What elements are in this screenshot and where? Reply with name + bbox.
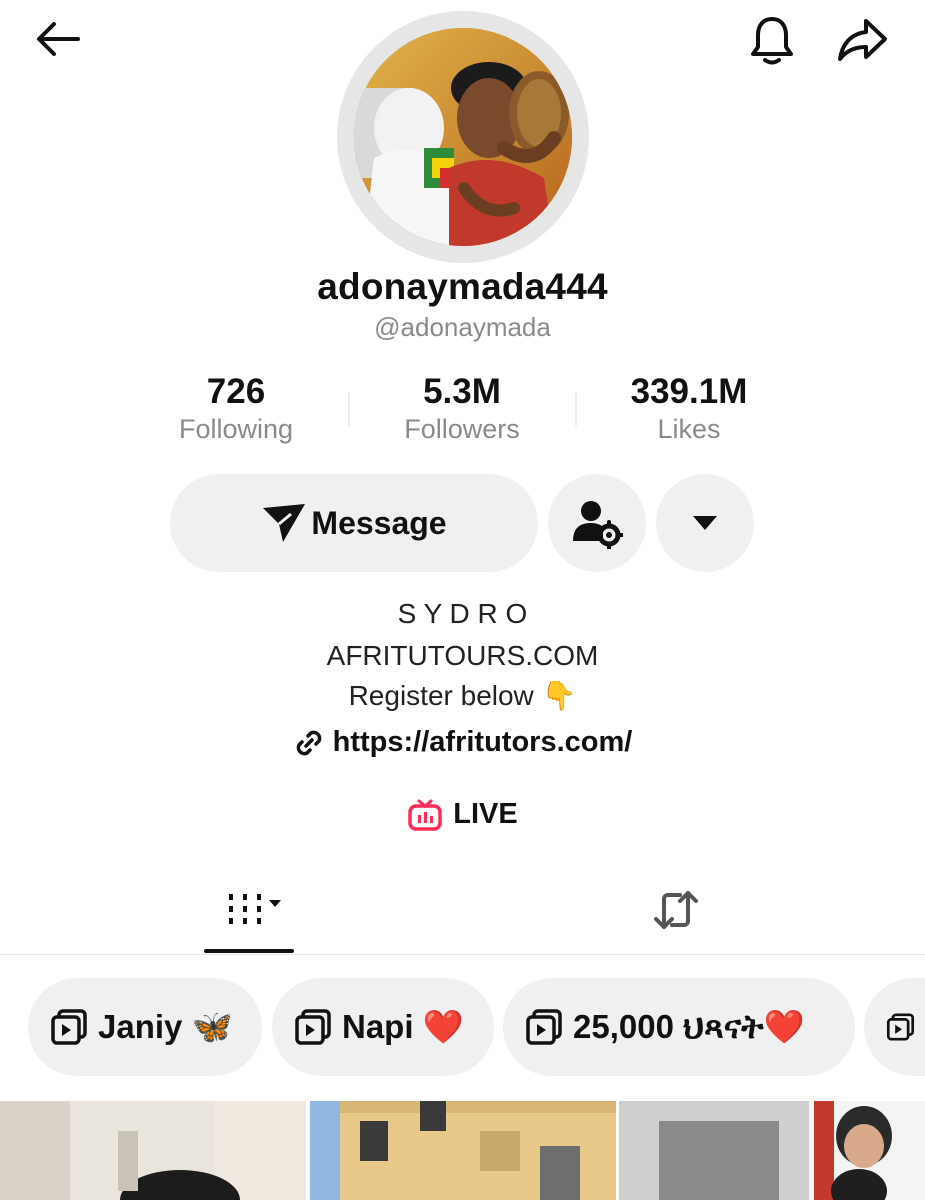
video-thumbnail[interactable]: [310, 1101, 616, 1200]
playlist-chip[interactable]: [864, 978, 925, 1076]
username-handle: @adonaymada: [374, 312, 551, 342]
tab-reposts[interactable]: [644, 882, 708, 938]
user-gear-icon: [573, 501, 623, 549]
bio-line-2: AFRITUTOURS.COM: [326, 640, 599, 671]
live-indicator[interactable]: LIVE: [0, 798, 925, 831]
stat-followers-label: Followers: [404, 414, 520, 444]
playlist-chip[interactable]: Napi ❤️: [272, 978, 494, 1076]
back-button[interactable]: [30, 14, 86, 64]
playlist-chip[interactable]: Janiy 🦋: [28, 978, 262, 1076]
stat-following-label: Following: [178, 414, 294, 444]
share-arrow-icon: [838, 19, 887, 61]
avatar-photo: [354, 28, 572, 246]
stat-following[interactable]: 726 Following: [136, 372, 336, 445]
playlist-icon: [295, 1009, 331, 1045]
stat-divider: [348, 392, 350, 426]
tabs-divider: [0, 954, 925, 955]
stat-likes-value: 339.1M: [630, 372, 748, 411]
active-tab-indicator: [204, 949, 294, 953]
playlist-chip[interactable]: 25,000 ህጻናት❤️: [503, 978, 855, 1076]
video-thumbnail[interactable]: [0, 1101, 306, 1200]
stat-divider: [575, 392, 577, 426]
display-name: adonaymada444: [317, 266, 608, 307]
friend-settings-button[interactable]: [548, 474, 646, 572]
stat-following-value: 726: [206, 372, 266, 411]
caret-down-icon: [693, 516, 717, 530]
message-button[interactable]: Message: [170, 474, 538, 572]
video-thumbnail[interactable]: [619, 1101, 925, 1200]
notifications-button[interactable]: [744, 12, 800, 68]
repost-icon: [654, 891, 698, 929]
playlist-chip-label: Janiy 🦋: [98, 1007, 233, 1045]
playlist-icon: [886, 1013, 915, 1041]
avatar[interactable]: [337, 11, 589, 263]
tab-videos[interactable]: [214, 882, 294, 938]
arrow-left-icon: [37, 22, 80, 56]
playlist-icon: [51, 1009, 87, 1045]
tv-live-icon: [408, 799, 443, 831]
bell-icon: [751, 17, 793, 65]
playlist-chip-label: 25,000 ህጻናት❤️: [573, 1007, 805, 1045]
stat-likes-label: Likes: [657, 414, 721, 444]
stat-followers-value: 5.3M: [423, 372, 501, 411]
playlist-chip-label: Napi ❤️: [342, 1007, 464, 1045]
playlist-icon: [526, 1009, 562, 1045]
live-label: LIVE: [453, 798, 518, 830]
message-button-label: Message: [311, 504, 447, 541]
grid-bars-icon: [229, 894, 281, 924]
link-icon: [296, 730, 321, 755]
stat-likes[interactable]: 339.1M Likes: [589, 372, 789, 445]
paper-plane-icon: [263, 504, 306, 542]
stat-followers[interactable]: 5.3M Followers: [362, 372, 562, 445]
bio-line-1: S Y D R O: [397, 598, 528, 629]
bio-line-3: Register below 👇: [348, 680, 577, 711]
bio-link-text: https://afritutors.com/: [332, 726, 633, 758]
share-button[interactable]: [834, 12, 890, 68]
bio-link[interactable]: https://afritutors.com/: [0, 726, 925, 759]
more-options-button[interactable]: [656, 474, 754, 572]
